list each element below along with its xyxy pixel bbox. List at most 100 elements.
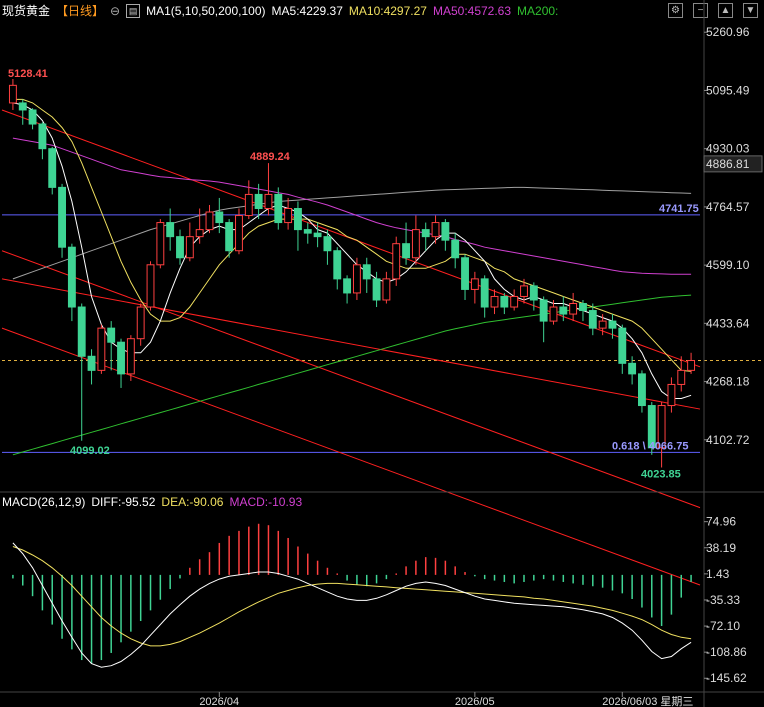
candle-body [67,246,76,308]
macd-y-tick-label: -35.33 [706,593,740,607]
candle-body [411,229,420,259]
candle-body [490,295,499,308]
right-price-label: 4886.81 [706,157,750,171]
candle-body [392,243,401,280]
macd-y-tick-label: -145.62 [706,671,747,685]
high-label: 5128.41 [8,68,48,80]
y-tick-label: 5260.96 [706,25,750,39]
y-tick-label: 4433.64 [706,316,750,330]
price-panel: 5128.41 4889.24 4099.02 4023.85 4741.75 0.618… [1,68,764,586]
candle-body [362,264,371,280]
candle-body [402,243,410,259]
candle-body [254,193,263,209]
candle-body [559,306,568,315]
candle-body [333,250,342,280]
candle-body [107,327,116,343]
macd-y-tick-label: -108.86 [706,645,747,659]
candle-body [431,222,440,238]
hline-lower-label: 0.618 \ 4066.75 [612,440,688,452]
recent-low-label: 4023.85 [641,468,681,480]
trend-line [1,278,701,410]
candle-body [264,193,273,209]
candle-body [87,355,96,371]
candle-body [284,207,293,224]
candle-body [215,211,224,224]
candle-body [667,383,676,407]
y-tick-label: 4102.72 [706,433,750,447]
candle-body [156,222,165,266]
x-tick-label: 2026/04 [199,696,239,707]
macd-y-tick-label: 1.43 [706,567,730,581]
candle-body [500,295,509,308]
macd-y-tick-label: -72.10 [706,619,740,633]
x-tick-label: 2026/06/03 星期三 [602,695,693,707]
candle-body [520,285,528,297]
candle-body [244,193,253,217]
candle-body [58,186,66,248]
candle-body [8,84,17,104]
candle-body [421,229,430,238]
candle-body [77,306,86,357]
candle-body [294,207,302,231]
candle-body [303,229,312,234]
candle-body [117,341,125,375]
mid-high-label: 4889.24 [250,151,291,163]
candle-body [38,123,47,150]
axes: 5260.96 5095.49 4930.03 4764.57 4599.10 4433.… [0,0,764,707]
ma100-line [12,186,692,280]
candle-body [598,320,607,329]
y-tick-label: 4599.10 [706,258,750,272]
candle-body [352,264,361,294]
candle-body [618,327,627,364]
candle-body [372,278,381,301]
macd-panel [12,523,692,668]
candle-body [146,264,155,308]
candle-body [687,360,696,371]
y-tick-label: 4930.03 [706,142,750,156]
candle-body [166,222,175,238]
ma50-line [12,137,692,275]
candle-body [28,109,37,125]
candle-body [529,285,538,301]
dea-line [12,546,692,647]
candle-body [48,148,57,188]
y-tick-label: 4764.57 [706,200,750,214]
candle-body [549,306,558,322]
candle-body [461,257,469,290]
candle-body [677,369,686,385]
y-tick-label: 4268.18 [706,375,750,389]
candle-body [382,278,391,301]
candle-body [97,327,106,371]
candle-body [205,211,214,231]
candle-body [313,232,322,238]
candle-body [539,299,548,322]
candle-body [628,362,637,375]
chart-canvas[interactable]: 5128.41 4889.24 4099.02 4023.85 4741.75 0.618… [0,0,764,707]
candle-body [510,295,519,308]
candle-body [136,306,145,340]
ma5-line [12,102,692,399]
candle-body [480,278,489,308]
candle-body [441,222,450,241]
candle-body [18,102,27,111]
candle-body [274,193,283,224]
candle-body [195,229,204,238]
candle-body [126,338,135,375]
candle-body [225,222,234,252]
candle-body [451,239,460,259]
candle-body [608,320,617,329]
low-label: 4099.02 [70,445,110,457]
hline-upper-label: 4741.75 [659,203,699,215]
candle-body [176,236,184,259]
diff-line [12,542,692,668]
candle-body [343,278,352,294]
candle-body [638,373,646,407]
candle-body [470,278,479,290]
candle-body [185,236,194,259]
macd-y-tick-label: 38.19 [706,541,736,555]
candle-body [579,303,587,312]
candle-body [588,310,597,329]
candle-body [235,215,243,252]
macd-y-tick-label: 74.96 [706,515,736,529]
candle-body [569,303,578,315]
